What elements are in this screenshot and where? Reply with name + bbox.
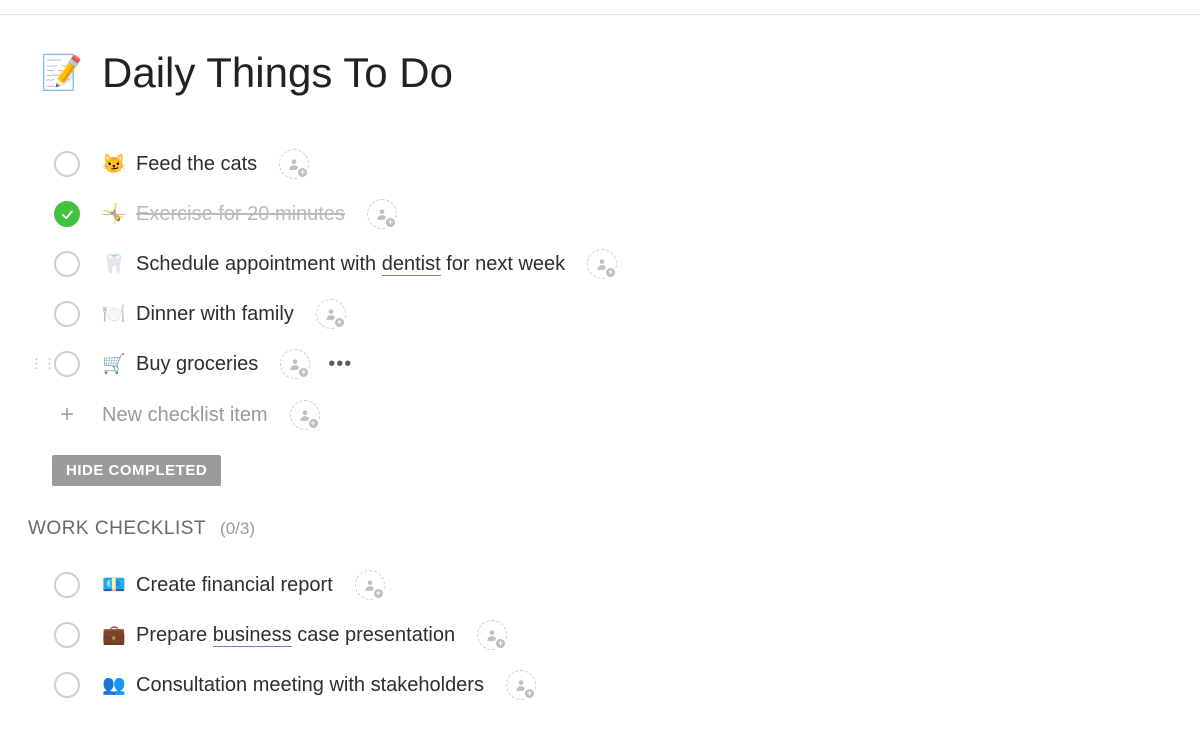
checklist-row: ⋮⋮🤸Exercise for 20 minutes+	[54, 189, 1200, 239]
assign-plus-badge: +	[307, 417, 320, 430]
item-label[interactable]: Dinner with family	[136, 303, 294, 326]
item-label[interactable]: Create financial report	[136, 574, 333, 597]
new-item-placeholder[interactable]: New checklist item	[102, 404, 268, 427]
assign-plus-badge: +	[523, 687, 536, 700]
page-icon[interactable]: 📝	[40, 51, 84, 95]
assign-user-icon[interactable]: +	[280, 349, 310, 379]
item-label[interactable]: Consultation meeting with stakeholders	[136, 674, 484, 697]
item-label[interactable]: Exercise for 20 minutes	[136, 203, 345, 226]
assign-user-icon[interactable]: +	[587, 249, 617, 279]
assign-plus-badge: +	[604, 266, 617, 279]
checklist-checkbox[interactable]	[54, 622, 80, 648]
hide-completed-button[interactable]: HIDE COMPLETED	[52, 455, 221, 486]
checklist-row: ⋮⋮👥Consultation meeting with stakeholder…	[54, 660, 1200, 710]
section-count: (0/3)	[220, 519, 255, 539]
checklist-checkbox[interactable]	[54, 251, 80, 277]
assign-plus-badge: +	[296, 166, 309, 179]
checklist-checkbox[interactable]	[54, 351, 80, 377]
item-emoji: 💶	[102, 573, 126, 597]
assign-plus-badge: +	[333, 316, 346, 329]
item-emoji: 💼	[102, 623, 126, 647]
checklist-row: ⋮⋮💼Prepare business case presentation+	[54, 610, 1200, 660]
checklist-checkbox[interactable]	[54, 672, 80, 698]
assign-user-icon[interactable]: +	[279, 149, 309, 179]
assign-plus-badge: +	[494, 637, 507, 650]
item-emoji: 🤸	[102, 202, 126, 226]
inline-link[interactable]: business	[213, 624, 292, 647]
page-title[interactable]: Daily Things To Do	[102, 49, 453, 97]
checklist-row: ⋮⋮😼Feed the cats+	[54, 139, 1200, 189]
assign-plus-badge: +	[297, 366, 310, 379]
page-content: 📝 Daily Things To Do ⋮⋮😼Feed the cats+⋮⋮…	[0, 15, 1200, 710]
item-label[interactable]: Prepare business case presentation	[136, 624, 455, 647]
item-label[interactable]: Feed the cats	[136, 153, 257, 176]
item-emoji: 🦷	[102, 252, 126, 276]
assign-user-icon[interactable]: +	[316, 299, 346, 329]
assign-user-icon[interactable]: +	[477, 620, 507, 650]
more-options-icon[interactable]: •••	[328, 353, 352, 376]
assign-user-icon[interactable]: +	[355, 570, 385, 600]
drag-handle-icon[interactable]: ⋮⋮	[30, 356, 56, 372]
item-emoji: 🍽️	[102, 302, 126, 326]
checklist-row: ⋮⋮🛒Buy groceries+•••	[54, 339, 1200, 389]
assign-user-icon[interactable]: +	[290, 400, 320, 430]
assign-plus-badge: +	[372, 587, 385, 600]
checklist-checkbox[interactable]	[54, 572, 80, 598]
checklist-checkbox[interactable]	[54, 201, 80, 227]
item-label[interactable]: Schedule appointment with dentist for ne…	[136, 253, 565, 276]
checklist-row: ⋮⋮🦷Schedule appointment with dentist for…	[54, 239, 1200, 289]
checklist-checkbox[interactable]	[54, 151, 80, 177]
section-title[interactable]: WORK CHECKLIST	[28, 518, 206, 540]
assign-user-icon[interactable]: +	[506, 670, 536, 700]
plus-icon[interactable]: +	[54, 402, 80, 428]
assign-user-icon[interactable]: +	[367, 199, 397, 229]
checklist-checkbox[interactable]	[54, 301, 80, 327]
item-emoji: 🛒	[102, 352, 126, 376]
main-checklist: ⋮⋮😼Feed the cats+⋮⋮🤸Exercise for 20 minu…	[40, 139, 1200, 389]
section-header: WORK CHECKLIST (0/3)	[28, 518, 1200, 540]
inline-link[interactable]: dentist	[382, 253, 441, 276]
checklist-row: ⋮⋮💶Create financial report+	[54, 560, 1200, 610]
page-header: 📝 Daily Things To Do	[40, 49, 1200, 97]
new-checklist-item-row[interactable]: + New checklist item +	[40, 389, 1200, 437]
sections-container: WORK CHECKLIST(0/3)⋮⋮💶Create financial r…	[40, 518, 1200, 710]
checklist-row: ⋮⋮🍽️Dinner with family+	[54, 289, 1200, 339]
item-label[interactable]: Buy groceries	[136, 353, 258, 376]
item-emoji: 😼	[102, 152, 126, 176]
section-checklist: ⋮⋮💶Create financial report+⋮⋮💼Prepare bu…	[40, 560, 1200, 710]
item-emoji: 👥	[102, 673, 126, 697]
assign-plus-badge: +	[384, 216, 397, 229]
